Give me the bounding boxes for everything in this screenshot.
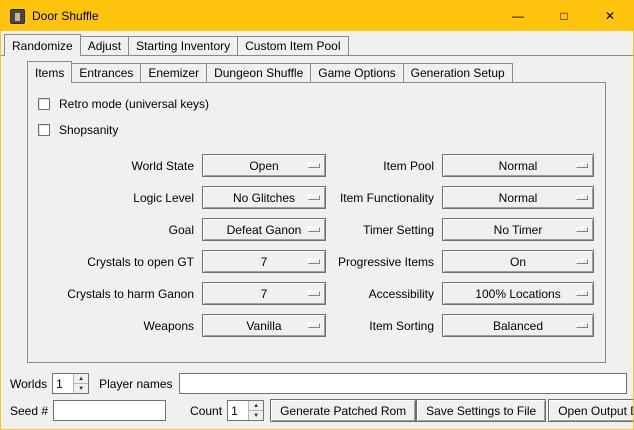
generate-patched-rom-button[interactable]: Generate Patched Rom xyxy=(270,399,416,422)
shopsanity-checkbox[interactable] xyxy=(38,124,50,136)
shopsanity-label: Shopsanity xyxy=(59,123,118,137)
tab-items[interactable]: Items xyxy=(27,61,72,83)
seed-row: Seed # Count ▲ ▼ Generate Patched Rom Sa… xyxy=(6,398,628,423)
world-state-label: World State xyxy=(36,159,194,173)
dropdown-indicator-icon xyxy=(576,227,588,232)
seed-input[interactable] xyxy=(53,400,166,421)
tab-adjust[interactable]: Adjust xyxy=(80,36,129,55)
count-input[interactable] xyxy=(228,401,248,420)
logic-level-dropdown[interactable]: No Glitches xyxy=(202,186,326,209)
item-sorting-label: Item Sorting xyxy=(334,319,434,333)
tab-starting-inventory[interactable]: Starting Inventory xyxy=(128,36,238,55)
maximize-icon: □ xyxy=(560,9,567,23)
settings-grid: World State Open Item Pool Normal Logic … xyxy=(36,154,597,337)
dropdown-indicator-icon xyxy=(308,195,320,200)
tab-dungeon-shuffle[interactable]: Dungeon Shuffle xyxy=(206,63,311,82)
tab-custom-item-pool[interactable]: Custom Item Pool xyxy=(237,36,348,55)
dropdown-indicator-icon xyxy=(576,259,588,264)
tab-entrances[interactable]: Entrances xyxy=(71,63,141,82)
tab-generation-setup[interactable]: Generation Setup xyxy=(403,63,513,82)
spin-up-icon[interactable]: ▲ xyxy=(248,401,263,411)
item-functionality-label: Item Functionality xyxy=(334,191,434,205)
inner-tab-bar: Items Entrances Enemizer Dungeon Shuffle… xyxy=(27,61,633,82)
app-window: Door Shuffle — □ ✕ Randomize Adjust Star… xyxy=(0,0,634,430)
retro-mode-label: Retro mode (universal keys) xyxy=(59,97,209,111)
minimize-icon: — xyxy=(512,9,524,23)
logic-level-label: Logic Level xyxy=(36,191,194,205)
dropdown-indicator-icon xyxy=(576,323,588,328)
crystals-ganon-dropdown[interactable]: 7 xyxy=(202,282,326,305)
minimize-button[interactable]: — xyxy=(495,1,541,31)
spin-down-icon[interactable]: ▼ xyxy=(248,411,263,420)
goal-label: Goal xyxy=(36,223,194,237)
goal-dropdown[interactable]: Defeat Ganon xyxy=(202,218,326,241)
shopsanity-row: Shopsanity xyxy=(38,121,597,139)
dropdown-indicator-icon xyxy=(308,227,320,232)
close-button[interactable]: ✕ xyxy=(587,1,633,31)
timer-setting-label: Timer Setting xyxy=(334,223,434,237)
spin-up-icon[interactable]: ▲ xyxy=(73,374,88,384)
bottom-bar: Worlds ▲ ▼ Player names Seed # Count ▲ ▼ xyxy=(1,368,633,429)
crystals-ganon-label: Crystals to harm Ganon xyxy=(36,287,194,301)
titlebar: Door Shuffle — □ ✕ xyxy=(1,1,633,31)
item-functionality-dropdown[interactable]: Normal xyxy=(442,186,594,209)
world-state-dropdown[interactable]: Open xyxy=(202,154,326,177)
close-icon: ✕ xyxy=(605,9,615,23)
crystals-gt-dropdown[interactable]: 7 xyxy=(202,250,326,273)
dropdown-indicator-icon xyxy=(308,259,320,264)
maximize-button[interactable]: □ xyxy=(541,1,587,31)
timer-setting-dropdown[interactable]: No Timer xyxy=(442,218,594,241)
item-pool-dropdown[interactable]: Normal xyxy=(442,154,594,177)
accessibility-label: Accessibility xyxy=(334,287,434,301)
player-names-label: Player names xyxy=(99,377,172,391)
app-icon[interactable] xyxy=(10,9,25,24)
worlds-spin-arrows: ▲ ▼ xyxy=(73,374,88,393)
count-spinner[interactable]: ▲ ▼ xyxy=(227,400,264,421)
weapons-dropdown[interactable]: Vanilla xyxy=(202,314,326,337)
seed-label: Seed # xyxy=(10,404,48,418)
tab-randomize[interactable]: Randomize xyxy=(4,34,81,56)
worlds-row: Worlds ▲ ▼ Player names xyxy=(6,371,628,396)
dropdown-indicator-icon xyxy=(576,195,588,200)
accessibility-dropdown[interactable]: 100% Locations xyxy=(442,282,594,305)
item-sorting-dropdown[interactable]: Balanced xyxy=(442,314,594,337)
randomize-pane: Items Entrances Enemizer Dungeon Shuffle… xyxy=(1,55,633,368)
worlds-input[interactable] xyxy=(53,374,73,393)
items-pane: Retro mode (universal keys) Shopsanity W… xyxy=(27,82,606,363)
crystals-gt-label: Crystals to open GT xyxy=(36,255,194,269)
retro-mode-row: Retro mode (universal keys) xyxy=(38,95,597,113)
player-names-input[interactable] xyxy=(179,373,628,394)
item-pool-label: Item Pool xyxy=(334,159,434,173)
dropdown-indicator-icon xyxy=(308,163,320,168)
save-settings-button[interactable]: Save Settings to File xyxy=(416,399,546,422)
count-spin-arrows: ▲ ▼ xyxy=(248,401,263,420)
window-title: Door Shuffle xyxy=(32,1,99,31)
worlds-label: Worlds xyxy=(10,377,47,391)
worlds-spinner[interactable]: ▲ ▼ xyxy=(52,373,89,394)
progressive-items-dropdown[interactable]: On xyxy=(442,250,594,273)
outer-tab-bar: Randomize Adjust Starting Inventory Cust… xyxy=(1,31,633,55)
dropdown-indicator-icon xyxy=(576,163,588,168)
dropdown-indicator-icon xyxy=(308,323,320,328)
tab-game-options[interactable]: Game Options xyxy=(310,63,403,82)
window-controls: — □ ✕ xyxy=(495,1,633,31)
count-label: Count xyxy=(190,404,222,418)
tab-enemizer[interactable]: Enemizer xyxy=(140,63,207,82)
retro-mode-checkbox[interactable] xyxy=(38,98,50,110)
open-output-directory-button[interactable]: Open Output Directory xyxy=(548,399,634,422)
dropdown-indicator-icon xyxy=(576,291,588,296)
dropdown-indicator-icon xyxy=(308,291,320,296)
spin-down-icon[interactable]: ▼ xyxy=(73,384,88,393)
weapons-label: Weapons xyxy=(36,319,194,333)
progressive-items-label: Progressive Items xyxy=(334,255,434,269)
